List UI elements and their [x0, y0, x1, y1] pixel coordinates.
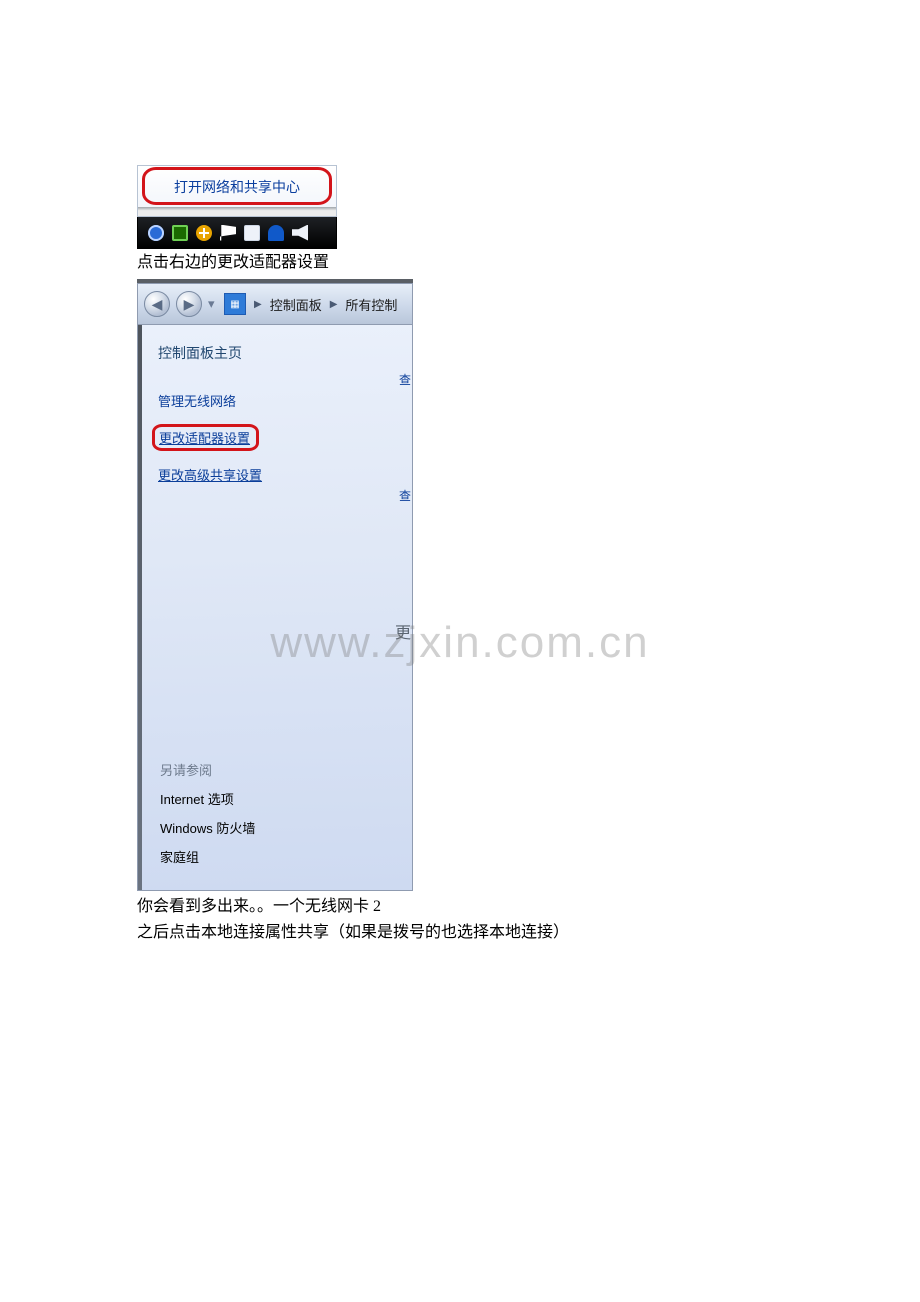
nav-forward-button[interactable]: ▶	[176, 291, 202, 317]
chevron-right-icon: ▶	[330, 299, 338, 310]
see-also-internet-options[interactable]: Internet 选项	[160, 789, 255, 808]
globe-icon[interactable]	[148, 225, 164, 241]
sidebar-change-adapter[interactable]: 更改适配器设置	[152, 424, 259, 451]
chevron-right-icon: ▶	[254, 299, 262, 310]
person-icon[interactable]	[268, 225, 284, 241]
instruction-line-3: 之后点击本地连接属性共享（如果是拨号的也选择本地连接）	[137, 923, 860, 943]
sidebar-manage-wireless[interactable]: 管理无线网络	[158, 391, 412, 410]
sidebar-home[interactable]: 控制面板主页	[158, 343, 412, 363]
control-panel-icon: ▦	[224, 293, 246, 315]
open-network-center-row: 打开网络和共享中心	[137, 165, 337, 207]
sidebar-left-edge	[138, 325, 142, 890]
edge-fragment-3: 更	[395, 619, 411, 643]
breadcrumb-bar: ◀ ▶ ▾ ▦ ▶ 控制面板 ▶ 所有控制	[137, 283, 413, 325]
see-also-windows-firewall[interactable]: Windows 防火墙	[160, 818, 255, 837]
plus-icon[interactable]	[196, 225, 212, 241]
tray-screenshot: 打开网络和共享中心	[137, 165, 337, 249]
system-tray	[137, 217, 337, 249]
volume-icon[interactable]	[292, 225, 308, 241]
flag-icon[interactable]	[220, 225, 236, 241]
shield-icon[interactable]	[172, 225, 188, 241]
nav-back-button[interactable]: ◀	[144, 291, 170, 317]
breadcrumb-control-panel[interactable]: 控制面板	[270, 295, 322, 314]
see-also-homegroup[interactable]: 家庭组	[160, 847, 255, 866]
control-panel-sidebar: 控制面板主页 管理无线网络 更改适配器设置 更改高级共享设置 另请参阅 Inte…	[137, 325, 413, 891]
see-also-title: 另请参阅	[160, 760, 255, 779]
instruction-line-2: 你会看到多出来。。一个无线网卡 2	[137, 897, 860, 917]
pc-icon[interactable]	[244, 225, 260, 241]
edge-fragment-1: 查	[399, 371, 411, 388]
tray-gap	[137, 207, 337, 217]
instruction-line-1: 点击右边的更改适配器设置	[137, 253, 860, 273]
see-also-block: 另请参阅 Internet 选项 Windows 防火墙 家庭组	[160, 760, 255, 876]
edge-fragment-2: 查	[399, 487, 411, 504]
nav-history-chevron[interactable]: ▾	[208, 296, 218, 312]
control-panel-screenshot: ◀ ▶ ▾ ▦ ▶ 控制面板 ▶ 所有控制 控制面板主页 管理无线网络 更改适配…	[137, 279, 413, 891]
sidebar-change-sharing[interactable]: 更改高级共享设置	[158, 465, 412, 484]
open-network-center-link[interactable]: 打开网络和共享中心	[174, 177, 300, 197]
breadcrumb-all[interactable]: 所有控制	[345, 295, 397, 314]
